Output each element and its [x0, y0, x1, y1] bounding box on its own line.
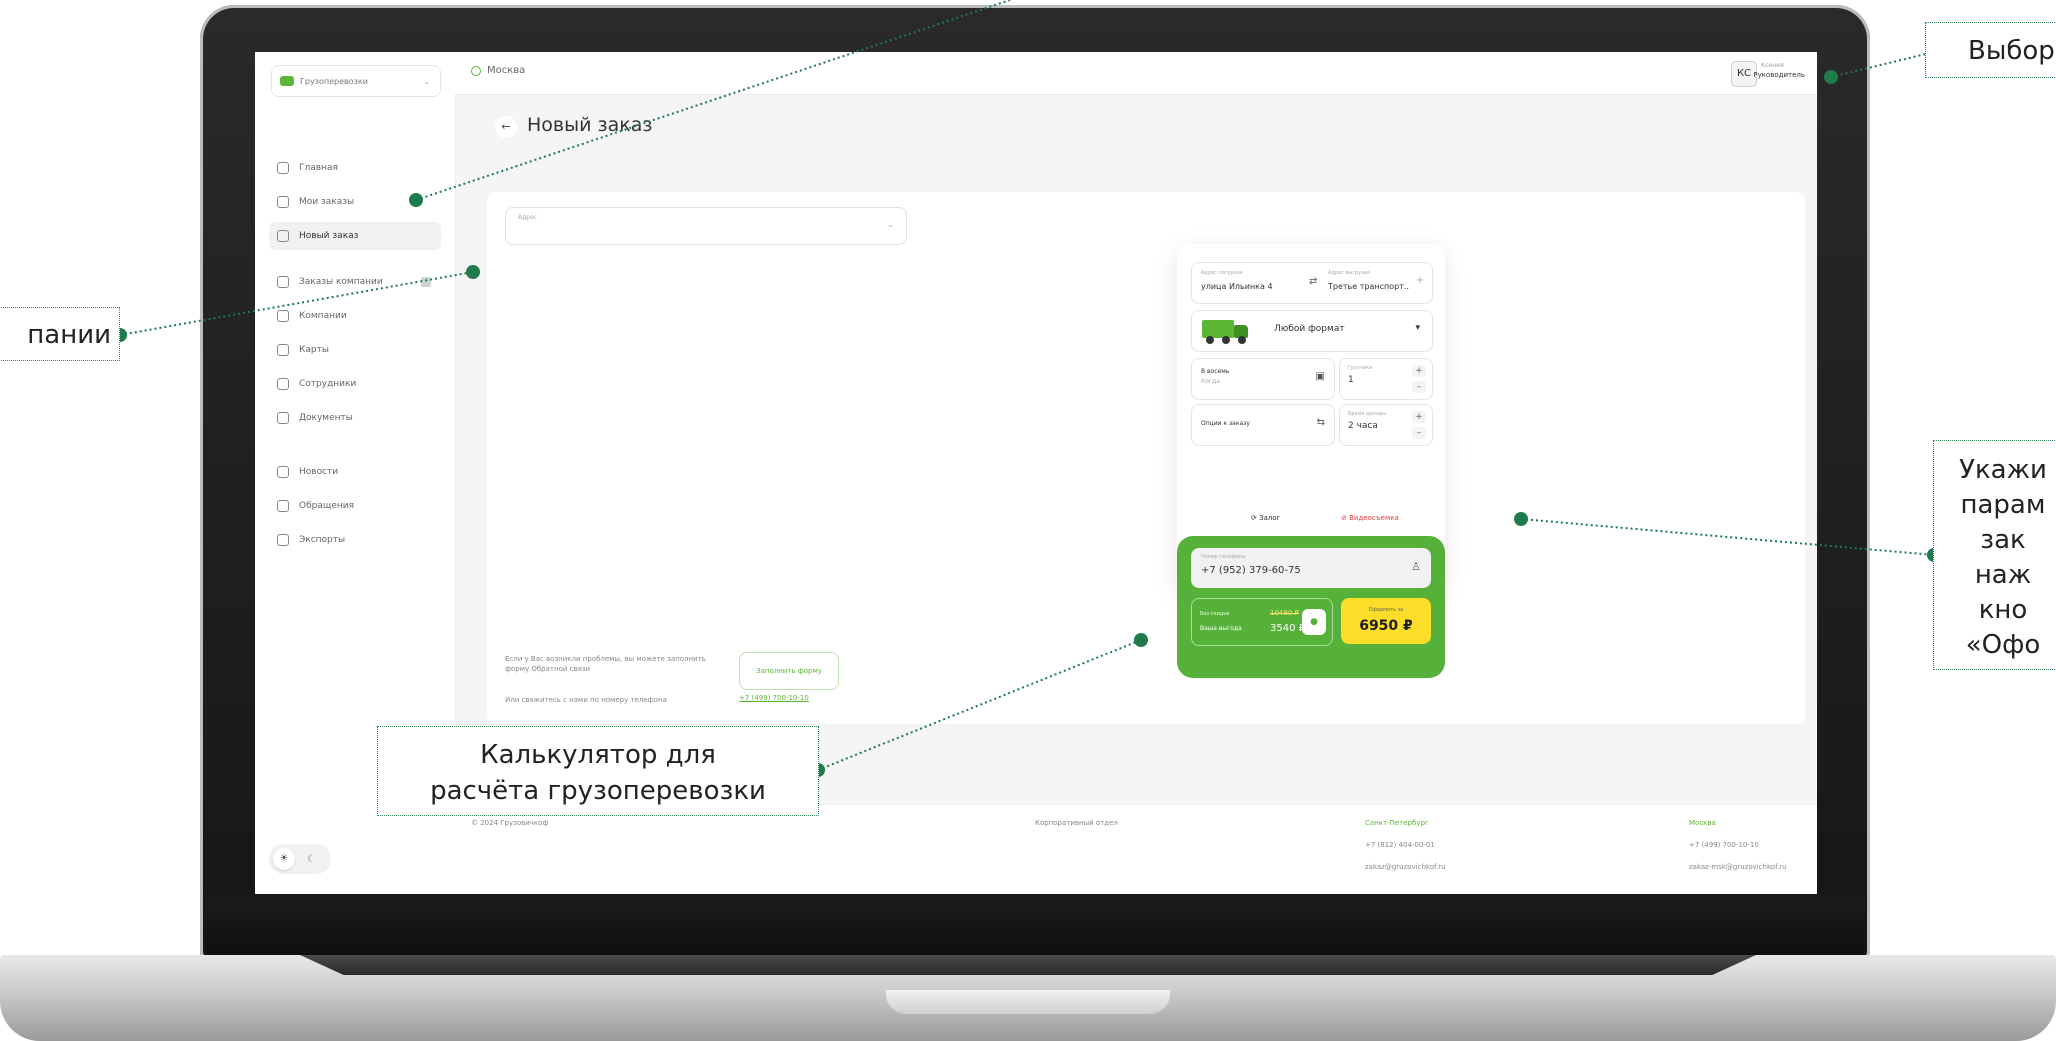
- callout-dot: [1824, 70, 1838, 84]
- connector-line: [1520, 518, 1935, 556]
- callout-dot: [1514, 512, 1528, 526]
- callout-company: пании: [0, 307, 120, 361]
- connector-line: [119, 271, 474, 336]
- callout-params-line: кно: [1978, 595, 2028, 625]
- connector-line: [817, 639, 1142, 771]
- callout-calculator: Калькулятор для расчёта грузоперевозки: [377, 726, 819, 816]
- callout-dot: [1134, 633, 1148, 647]
- callout-params-line: наж: [1974, 560, 2032, 590]
- callout-dot: [466, 265, 480, 279]
- callout-role-select: Выбор: [1925, 22, 2056, 78]
- callout-params-line: «Офо: [1965, 630, 2041, 660]
- connector-line: [1830, 51, 1935, 78]
- callout-params-line: Укажи: [1959, 455, 2047, 485]
- callout-dot: [409, 193, 423, 207]
- connector-line: [415, 0, 1011, 201]
- callout-params-line: зак: [1980, 525, 2026, 555]
- callout-params: Укажи парам зак наж кно «Офо: [1933, 440, 2056, 670]
- callout-connectors: [119, 0, 1935, 771]
- callout-params-line: парам: [1960, 490, 2046, 520]
